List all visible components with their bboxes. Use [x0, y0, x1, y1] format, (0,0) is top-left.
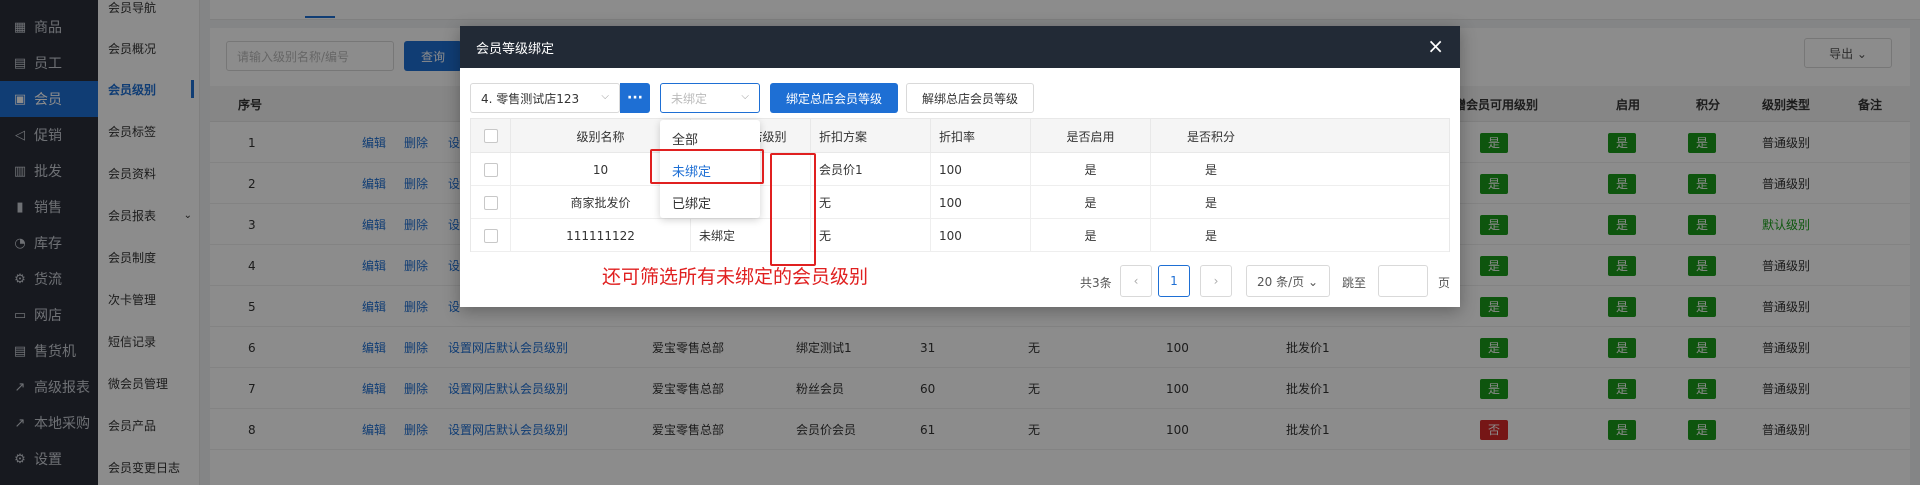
- pager-total: 共3条: [1080, 276, 1112, 290]
- row-checkbox[interactable]: [483, 162, 498, 177]
- cell-discount-plan: 会员价1: [811, 153, 931, 186]
- cell-enabled: 是: [1031, 219, 1151, 252]
- cell-discount-rate: 100: [931, 186, 1031, 219]
- page-size-select[interactable]: 20 条/页 ⌄: [1246, 265, 1330, 297]
- modal-header: 会员等级绑定 ×: [460, 26, 1460, 68]
- cell-discount-plan: 无: [811, 186, 931, 219]
- pager-next-button[interactable]: ›: [1200, 265, 1232, 297]
- store-select-value: 4. 零售测试店123: [481, 91, 580, 106]
- row-checkbox[interactable]: [483, 228, 498, 243]
- jump-page-input[interactable]: [1378, 265, 1428, 297]
- modal-title: 会员等级绑定: [476, 41, 555, 57]
- more-stores-button[interactable]: ···: [620, 83, 650, 113]
- cell-discount-rate: 100: [931, 153, 1031, 186]
- highlight-box-unbound-option: [650, 149, 764, 184]
- unbind-hq-level-button[interactable]: 解绑总店会员等级: [906, 83, 1034, 113]
- annotation-text: 还可筛选所有未绑定的会员级别: [602, 266, 869, 288]
- row-checkbox[interactable]: [483, 195, 498, 210]
- col-enabled: 是否启用: [1031, 119, 1151, 153]
- select-all-checkbox[interactable]: [483, 129, 498, 143]
- table-row: 111111122 未绑定无 100 是是: [471, 219, 1449, 252]
- bind-table: 级别名称 绑定总店级别 折扣方案 折扣率 是否启用 是否积分 10未绑定会员价1…: [470, 118, 1450, 252]
- cell-enabled: 是: [1031, 186, 1151, 219]
- store-select[interactable]: 4. 零售测试店123 ⌵: [470, 83, 620, 113]
- chevron-down-icon: ⌵: [741, 91, 749, 102]
- chevron-down-icon: ⌵: [601, 91, 609, 102]
- cell-discount-plan: 无: [811, 219, 931, 252]
- cell-is-points: 是: [1204, 163, 1217, 177]
- bind-hq-level-button[interactable]: 绑定总店会员等级: [770, 83, 898, 113]
- cell-is-points: 是: [1204, 196, 1217, 210]
- row-select-cell: [471, 219, 511, 252]
- bind-table-header: 级别名称 绑定总店级别 折扣方案 折扣率 是否启用 是否积分: [471, 119, 1449, 153]
- col-discount-rate: 折扣率: [931, 119, 1031, 153]
- table-row: 商家批发价未绑定无100是是: [471, 186, 1449, 219]
- cell-enabled: 是: [1031, 153, 1151, 186]
- col-is-points: 是否积分: [1186, 129, 1235, 144]
- close-icon[interactable]: ×: [1427, 35, 1444, 57]
- page-label: 页: [1438, 276, 1451, 290]
- cell-is-points: 是: [1204, 229, 1217, 243]
- table-row: 10未绑定会员价1100是是: [471, 153, 1449, 186]
- pager-prev-button[interactable]: ‹: [1120, 265, 1152, 297]
- cell-level-name: 111111122: [511, 219, 691, 252]
- dropdown-option-bound[interactable]: 已绑定: [660, 186, 760, 218]
- col-discount-plan: 折扣方案: [811, 119, 931, 153]
- bind-status-filter-value: 未绑定: [671, 91, 708, 106]
- select-all-cell: [471, 119, 511, 153]
- row-select-cell: [471, 186, 511, 219]
- cell-discount-rate: 100: [931, 219, 1031, 252]
- highlight-box-unbound-column: [770, 153, 816, 266]
- row-select-cell: [471, 153, 511, 186]
- member-level-bind-modal: 会员等级绑定 × 4. 零售测试店123 ⌵ ··· 未绑定 ⌵ 绑定总店会员等…: [460, 26, 1460, 307]
- pager-page-1[interactable]: 1: [1158, 265, 1190, 297]
- bind-status-filter[interactable]: 未绑定 ⌵: [660, 83, 760, 113]
- jump-label: 跳至: [1342, 276, 1367, 290]
